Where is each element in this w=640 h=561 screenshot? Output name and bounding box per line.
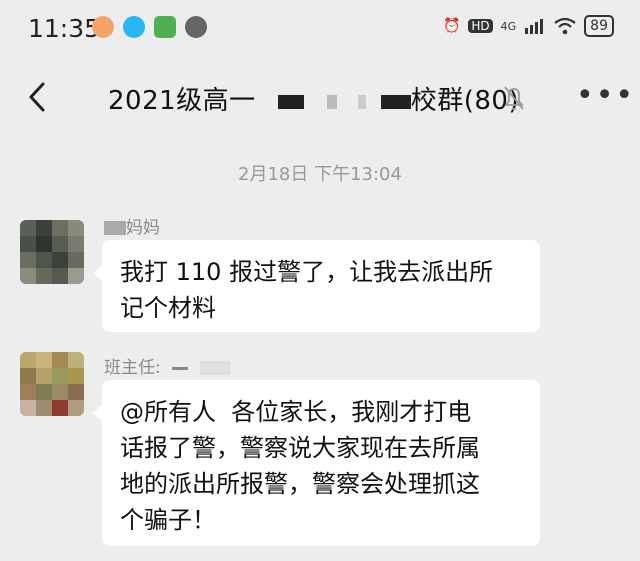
redaction-mark	[327, 94, 338, 109]
status-bar: 11:35 ⏰ HD 4G 89	[0, 0, 640, 58]
chevron-left-icon[interactable]	[22, 80, 56, 114]
bell-muted-icon[interactable]	[502, 84, 526, 112]
avatar[interactable]	[20, 352, 84, 416]
sender-name: 班主任:	[104, 353, 230, 378]
chat-header: 2021级高一 校群(80) •••	[0, 62, 640, 132]
message-text: @所有人 各位家长，我刚才打电 话报了警，警察说大家现在去所属 地的派出所报警，…	[120, 398, 480, 534]
system-icons: ⏰ HD 4G 89	[443, 15, 614, 37]
more-dots-icon[interactable]: •••	[576, 81, 635, 111]
redaction-mark	[104, 221, 126, 235]
wifi-icon	[554, 17, 576, 35]
notification-icons	[92, 16, 207, 38]
redaction-mark	[380, 94, 411, 109]
compass-icon	[185, 16, 207, 38]
hd-badge: HD	[468, 19, 493, 33]
avatar[interactable]	[20, 220, 84, 284]
qq-icon	[123, 16, 145, 38]
tv-app-icon	[154, 16, 176, 38]
network-label: 4G	[500, 19, 517, 33]
status-time: 11:35	[28, 14, 101, 43]
signal-icon	[525, 19, 544, 34]
group-title-prefix: 2021级高一	[108, 86, 256, 116]
sender-name-text: 妈妈	[126, 218, 160, 238]
redaction-mark	[172, 366, 189, 370]
group-title: 2021级高一 校群(80)	[108, 80, 519, 117]
redaction-mark	[357, 94, 366, 109]
sender-name-text: 班主任:	[104, 358, 161, 378]
message-text: 我打 110 报过警了，让我去派出所 记个材料	[120, 258, 494, 322]
message-timestamp: 2月18日 下午13:04	[238, 164, 402, 185]
redaction-mark	[199, 361, 230, 375]
battery-indicator: 89	[584, 15, 614, 37]
alarm-icon: ⏰	[442, 18, 461, 34]
message-bubble[interactable]: @所有人 各位家长，我刚才打电 话报了警，警察说大家现在去所属 地的派出所报警，…	[93, 380, 540, 546]
sender-name: 妈妈	[104, 213, 160, 238]
taobao-icon	[92, 16, 114, 38]
redaction-mark	[278, 94, 305, 109]
message-bubble[interactable]: 我打 110 报过警了，让我去派出所 记个材料	[93, 240, 540, 332]
